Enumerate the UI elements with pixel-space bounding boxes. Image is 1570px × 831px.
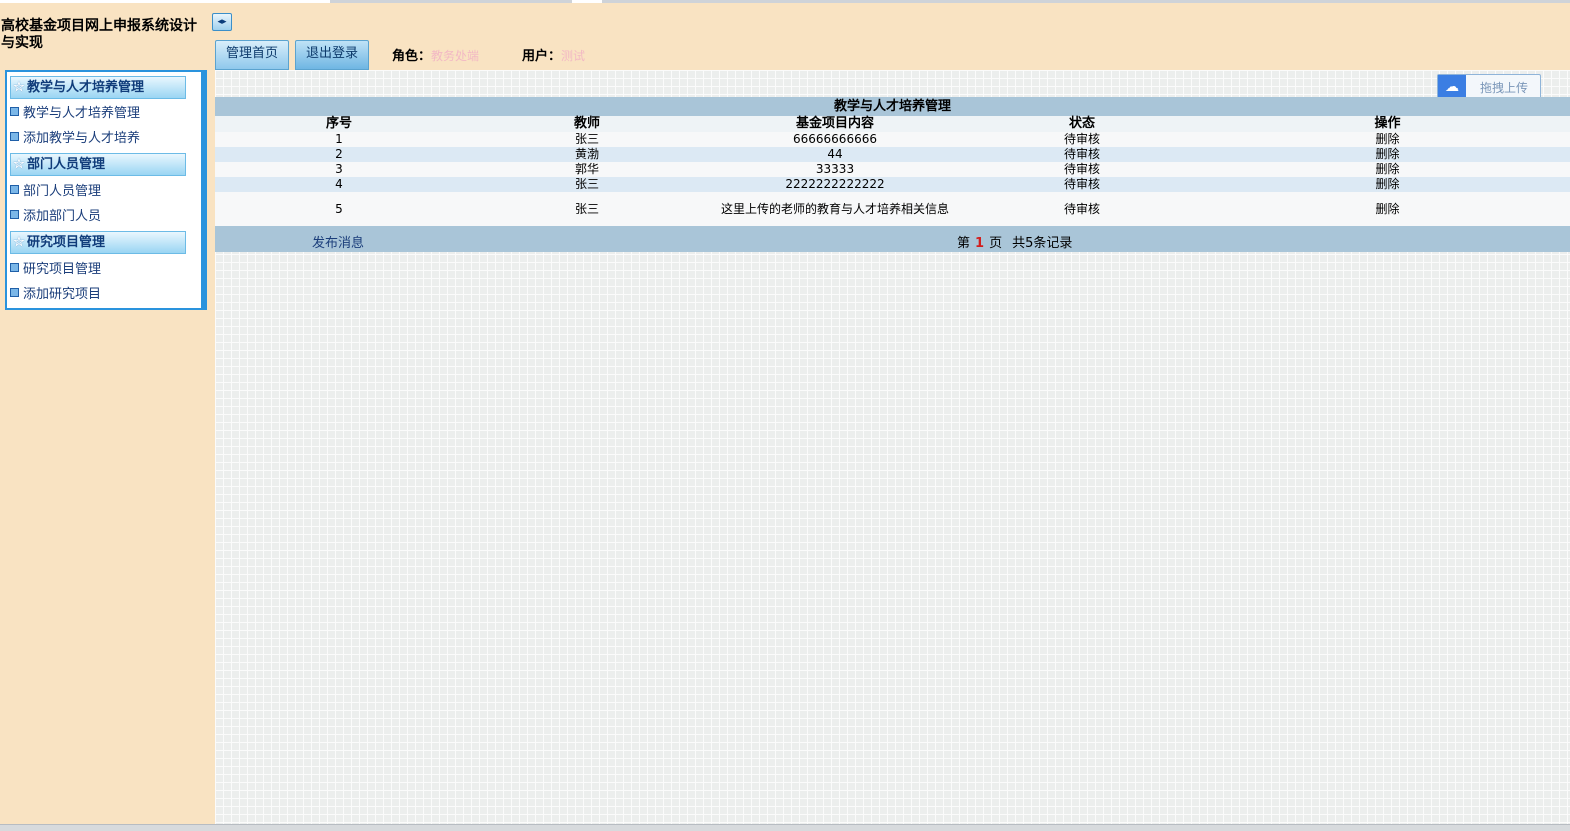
record-total: 共5条记录 — [1012, 236, 1073, 251]
sidebar-item-teaching-manage[interactable]: 教学与人才培养管理 — [10, 106, 140, 122]
delete-link[interactable]: 删除 — [1375, 202, 1399, 216]
role-value: 教务处端 — [431, 49, 480, 63]
role-label: 角色： — [392, 49, 432, 64]
sidebar-group-department[interactable]: ☆ 部门人员管理 — [10, 153, 186, 176]
user-label: 用户： — [522, 49, 562, 64]
delete-link[interactable]: 删除 — [1375, 147, 1399, 161]
table-row: 1 张三 66666666666 待审核 删除 — [215, 132, 1570, 147]
upload-label: 拖拽上传 — [1480, 81, 1529, 95]
home-button[interactable]: 管理首页 — [215, 40, 289, 70]
sidebar-item-label: 教学与人才培养管理 — [23, 106, 141, 121]
sidebar-item-label: 添加研究项目 — [23, 287, 102, 302]
bullet-icon — [10, 107, 19, 116]
logout-button[interactable]: 退出登录 — [295, 40, 369, 70]
sidebar-group-research[interactable]: ☆ 研究项目管理 — [10, 231, 186, 254]
bullet-icon — [10, 132, 19, 141]
sidebar-item-department-add[interactable]: 添加部门人员 — [10, 209, 101, 225]
cell-content-text: 这里上传的老师的教育与人才培养相关信息 — [720, 201, 949, 216]
sidebar: ☆ 教学与人才培养管理 教学与人才培养管理 添加教学与人才培养 ☆ 部门人员管理 部… — [5, 70, 207, 310]
sidebar-item-label: 添加教学与人才培养 — [23, 131, 141, 146]
cell-status: 待审核 — [959, 147, 1205, 162]
main-content: ☁ 拖拽上传 教学与人才培养管理 序号 教师 基金项目内容 状态 操作 1 张三… — [215, 70, 1570, 824]
data-table: 序号 教师 基金项目内容 状态 操作 1 张三 66666666666 待审核 … — [215, 116, 1570, 226]
cloud-upload-icon: ☁ — [1438, 75, 1466, 99]
sidebar-item-research-manage[interactable]: 研究项目管理 — [10, 262, 101, 278]
cell-content: 44 — [711, 147, 959, 162]
sidebar-item-label: 添加部门人员 — [23, 209, 102, 224]
user-value: 测试 — [561, 49, 586, 63]
table-title: 教学与人才培养管理 — [215, 97, 1570, 116]
page-prefix: 第 — [957, 236, 971, 251]
bullet-icon — [10, 210, 19, 219]
star-icon: ☆ — [13, 235, 25, 250]
column-header: 状态 — [959, 116, 1205, 132]
table-row: 4 张三 2222222222222 待审核 删除 — [215, 177, 1570, 192]
sidebar-item-teaching-add[interactable]: 添加教学与人才培养 — [10, 131, 140, 147]
delete-link[interactable]: 删除 — [1375, 132, 1399, 146]
bullet-icon — [10, 185, 19, 194]
sidebar-item-department-manage[interactable]: 部门人员管理 — [10, 184, 101, 200]
cell-teacher: 张三 — [463, 177, 711, 192]
cell-content: 66666666666 — [711, 132, 959, 147]
cell-status: 待审核 — [959, 162, 1205, 177]
delete-link[interactable]: 删除 — [1375, 162, 1399, 176]
table-row: 2 黄渤 44 待审核 删除 — [215, 147, 1570, 162]
cell-status: 待审核 — [959, 132, 1205, 147]
sidebar-group-label: 教学与人才培养管理 — [27, 80, 145, 95]
delete-link[interactable]: 删除 — [1375, 177, 1399, 191]
table-row: 3 郭华 33333 待审核 删除 — [215, 162, 1570, 177]
column-header: 教师 — [463, 116, 711, 132]
table-header-row: 序号 教师 基金项目内容 状态 操作 — [215, 116, 1570, 132]
sidebar-item-label: 研究项目管理 — [23, 262, 102, 277]
cell-status: 待审核 — [959, 177, 1205, 192]
role-info: 角色：教务处端 — [392, 45, 479, 64]
sidebar-group-label: 研究项目管理 — [27, 235, 106, 250]
cell-no: 2 — [215, 147, 463, 162]
column-header: 基金项目内容 — [711, 116, 959, 132]
cell-no: 1 — [215, 132, 463, 147]
cell-teacher: 张三 — [463, 192, 711, 226]
column-header: 序号 — [215, 116, 463, 132]
sidebar-group-teaching[interactable]: ☆ 教学与人才培养管理 — [10, 76, 186, 99]
star-icon: ☆ — [13, 157, 25, 172]
browser-tab[interactable] — [0, 0, 330, 3]
publish-message-link[interactable]: 发布消息 — [312, 232, 364, 251]
browser-tab-strip — [0, 0, 1570, 3]
user-info: 用户：测试 — [522, 45, 585, 64]
column-header: 操作 — [1205, 116, 1570, 132]
cell-content: 33333 — [711, 162, 959, 177]
bullet-icon — [10, 263, 19, 272]
star-icon: ☆ — [13, 80, 25, 95]
table-row: 5 张三 这里上传的老师的教育与人才培养相关信息 待审核 删除 — [215, 192, 1570, 226]
cell-no: 5 — [215, 192, 463, 226]
pagination: 第 1 页共5条记录 — [957, 232, 1072, 251]
data-table-panel: 教学与人才培养管理 序号 教师 基金项目内容 状态 操作 1 张三 666666… — [215, 97, 1570, 252]
page-suffix: 页 — [989, 236, 1003, 251]
sidebar-group-label: 部门人员管理 — [27, 157, 106, 172]
cell-no: 4 — [215, 177, 463, 192]
cell-teacher: 郭华 — [463, 162, 711, 177]
table-footer: 发布消息 第 1 页共5条记录 — [215, 226, 1570, 252]
bullet-icon — [10, 288, 19, 297]
cell-no: 3 — [215, 162, 463, 177]
browser-tab[interactable] — [572, 0, 602, 3]
current-page: 1 — [975, 236, 985, 251]
cell-teacher: 张三 — [463, 132, 711, 147]
sidebar-toggle-icon[interactable]: ◂▸ — [212, 13, 232, 31]
cell-content: 2222222222222 — [711, 177, 959, 192]
sidebar-item-label: 部门人员管理 — [23, 184, 102, 199]
cell-content: 这里上传的老师的教育与人才培养相关信息 — [711, 192, 959, 226]
app-title: 高校基金项目网上申报系统设计与实现 — [1, 18, 197, 51]
cell-status: 待审核 — [959, 192, 1205, 226]
sidebar-item-research-add[interactable]: 添加研究项目 — [10, 287, 101, 303]
cell-teacher: 黄渤 — [463, 147, 711, 162]
